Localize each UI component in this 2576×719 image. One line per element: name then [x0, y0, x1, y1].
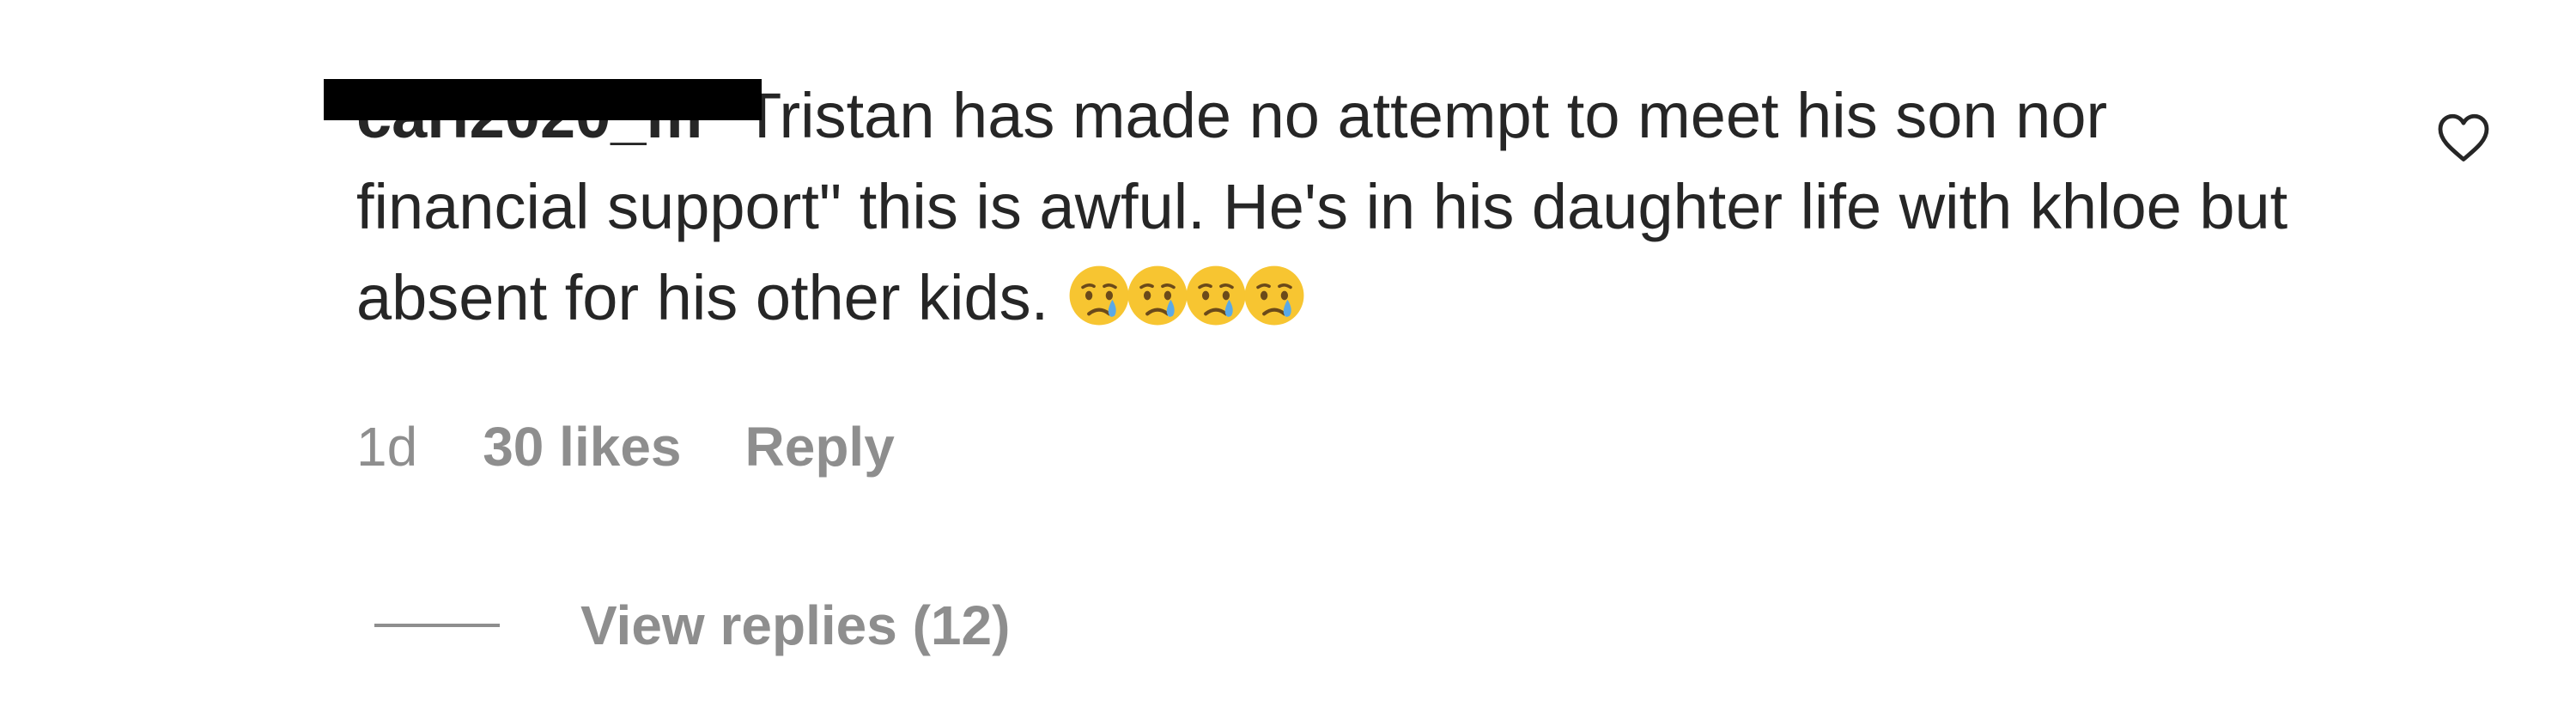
heart-outline-icon: [2438, 113, 2489, 161]
reply-button[interactable]: Reply: [745, 415, 895, 478]
comment-likes-count[interactable]: 30 likes: [483, 415, 681, 478]
replies-divider-line: [374, 624, 500, 627]
comment: cari2020_m "Tristan has made no attempt …: [0, 0, 2576, 719]
crying-face-emoji-icon: [1242, 263, 1307, 328]
username-wrapper[interactable]: cari2020_m: [324, 70, 762, 161]
view-replies-label[interactable]: View replies (12): [580, 594, 1010, 657]
username-redaction: [324, 79, 762, 120]
like-comment-button[interactable]: [2433, 107, 2494, 168]
crying-face-emoji-icon: [1066, 263, 1132, 328]
comment-timestamp[interactable]: 1d: [356, 415, 417, 478]
crying-face-emoji-icon: [1183, 263, 1249, 328]
crying-face-emoji-icon: [1125, 263, 1190, 328]
comment-meta-row: 1d 30 likes Reply: [356, 412, 895, 481]
comment-text-block: cari2020_m "Tristan has made no attempt …: [324, 70, 2297, 344]
view-replies-button[interactable]: View replies (12): [374, 591, 1010, 660]
